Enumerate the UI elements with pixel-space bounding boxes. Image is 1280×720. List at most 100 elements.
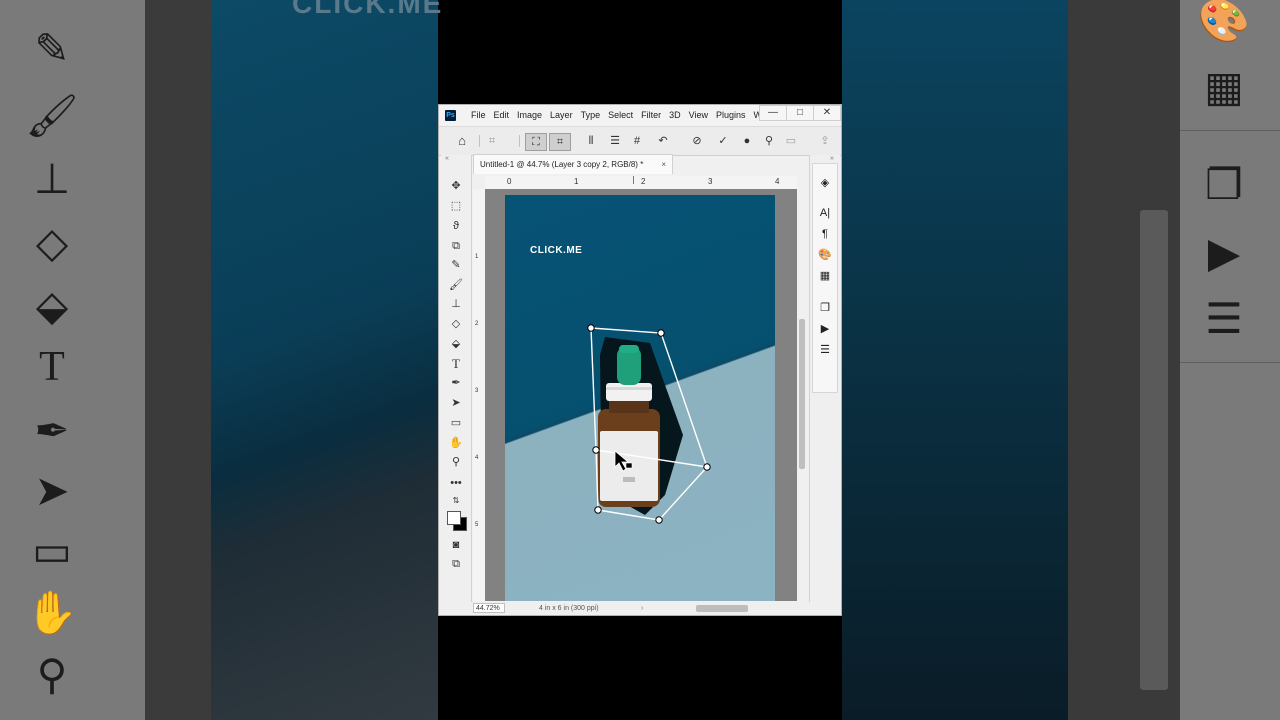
menu-plugins[interactable]: Plugins (712, 105, 750, 126)
bg-stamp-icon: ⊥ (33, 155, 71, 202)
collapse-icon[interactable]: « (445, 155, 449, 162)
ruler-tick (633, 176, 634, 184)
menu-view[interactable]: View (685, 105, 712, 126)
dropper-cap-top (619, 345, 639, 353)
canvas-artwork (587, 324, 711, 524)
menu-edit[interactable]: Edit (490, 105, 514, 126)
bg-zoom-icon: ⚲ (36, 651, 68, 698)
bg-pen-icon: ✒ (34, 407, 70, 454)
bg-play-icon: ▶ (1207, 229, 1241, 276)
document-canvas[interactable]: CLICK.ME (505, 195, 775, 601)
top-ruler: 0 1 2 3 4 (485, 176, 797, 190)
menu-select[interactable]: Select (604, 105, 637, 126)
paint-bucket-tool-icon[interactable]: ⬙ (447, 336, 465, 352)
stamp-tool-icon[interactable]: ⊥ (447, 296, 465, 312)
bottle-label-mark (623, 477, 635, 482)
puppet-warp-icon[interactable]: ⌗ (483, 133, 501, 149)
zoom-level-input[interactable]: 44.72% (473, 603, 505, 613)
actions-play-icon[interactable]: ▶ (816, 321, 834, 337)
paragraph-icon[interactable]: ¶ (816, 226, 834, 242)
swatches-grid-icon[interactable]: ▦ (816, 268, 834, 284)
ruler-label: 3 (708, 177, 713, 186)
ruler-label: 5 (475, 522, 479, 528)
ruler-label: 1 (475, 254, 479, 260)
bg-type-icon: T (39, 344, 65, 390)
hand-tool-icon[interactable]: ✋ (447, 435, 465, 451)
bg-arrow-icon: ➤ (34, 467, 70, 514)
horizontal-scroll-thumb[interactable] (696, 605, 748, 612)
cancel-icon[interactable]: ⊘ (689, 133, 705, 149)
commit-check-icon[interactable]: ✓ (715, 133, 731, 149)
reset-undo-icon[interactable]: ↶ (655, 133, 671, 149)
bg-hand-icon: ✋ (25, 589, 79, 636)
menu-type[interactable]: Type (577, 105, 605, 126)
share-icon[interactable]: ⇪ (817, 133, 833, 149)
adjustments-icon[interactable]: ☰ (816, 342, 834, 358)
warp-handle (703, 463, 711, 471)
ruler-label: 0 (507, 177, 512, 186)
pen-tool-icon[interactable]: ✒ (447, 375, 465, 391)
ruler-label: 4 (475, 455, 479, 461)
split-horizontal-icon[interactable]: ☰ (607, 133, 623, 149)
marquee-tool-icon[interactable]: ⬚ (447, 198, 465, 214)
close-tab-icon[interactable]: × (661, 155, 666, 175)
help-icon[interactable]: ● (739, 133, 755, 149)
vertical-scrollbar[interactable] (797, 189, 807, 601)
ruler-label: 1 (574, 177, 579, 186)
ruler-label: 4 (775, 177, 780, 186)
menu-filter[interactable]: Filter (637, 105, 665, 126)
rectangle-tool-icon[interactable]: ▭ (447, 415, 465, 431)
color-palette-icon[interactable]: 🎨 (816, 247, 834, 263)
menu-layer[interactable]: Layer (546, 105, 577, 126)
workspace[interactable]: CLICK.ME (485, 189, 797, 601)
more-tools-icon[interactable]: ••• (447, 475, 465, 491)
swap-colors-icon[interactable]: ⇅ (447, 493, 465, 509)
maximize-button[interactable]: □ (786, 105, 814, 121)
bg-grid-icon: ▦ (1204, 63, 1244, 110)
vertical-scroll-thumb[interactable] (799, 319, 805, 469)
options-bar: ⌂ ⌗ ⛶ ⌗ ⦀ ☰ # ↶ ⊘ ✓ ● ⚲ ▭ ⇪ (439, 126, 841, 156)
lasso-tool-icon[interactable]: ϑ (447, 218, 465, 234)
type-tool-icon[interactable]: T (447, 356, 465, 372)
crop-tool-icon[interactable]: ⧉ (447, 238, 465, 254)
expand-panels-icon[interactable]: » (830, 155, 834, 162)
warp-handle (657, 329, 665, 337)
menu-file[interactable]: File (467, 105, 490, 126)
menu-image[interactable]: Image (513, 105, 546, 126)
foreground-color-swatch-front (447, 511, 461, 525)
close-window-button[interactable]: ✕ (813, 105, 841, 121)
move-tool-icon[interactable]: ✥ (447, 178, 465, 194)
bg-scrollbar-thumb (1140, 210, 1168, 690)
bg-brush-icon: 🖌 (25, 92, 79, 139)
ruler-label: 3 (475, 388, 479, 394)
eyedropper-tool-icon[interactable]: ✎ (447, 257, 465, 273)
divider (479, 135, 480, 147)
document-info[interactable]: 4 in x 6 in (300 ppi) (539, 603, 599, 614)
screen-mode-icon[interactable]: ⧉ (447, 556, 465, 572)
search-icon[interactable]: ⚲ (761, 133, 777, 149)
layers-icon[interactable]: ◈ (816, 175, 834, 191)
transform-icon[interactable]: ⛶ (525, 133, 547, 151)
status-bar: 44.72% 4 in x 6 in (300 ppi) › (471, 602, 841, 615)
document-title: Untitled-1 @ 44.7% (Layer 3 copy 2, RGB/… (480, 160, 644, 169)
status-menu-arrow[interactable]: › (641, 602, 643, 615)
bg-ruler (145, 0, 211, 720)
quick-mask-icon[interactable]: ◙ (447, 537, 465, 553)
history-icon[interactable]: ❐ (816, 300, 834, 316)
eraser-tool-icon[interactable]: ◇ (447, 316, 465, 332)
split-cross-icon[interactable]: # (629, 133, 645, 149)
split-vertical-icon[interactable]: ⦀ (583, 133, 599, 149)
brush-tool-icon[interactable]: 🖌 (447, 277, 465, 293)
bg-divider (1180, 130, 1280, 131)
divider (519, 135, 520, 147)
warp-grid-icon[interactable]: ⌗ (549, 133, 571, 151)
minimize-button[interactable]: — (759, 105, 787, 121)
frame-icon[interactable]: ▭ (783, 133, 799, 149)
path-select-tool-icon[interactable]: ➤ (447, 395, 465, 411)
document-tab[interactable]: Untitled-1 @ 44.7% (Layer 3 copy 2, RGB/… (473, 154, 673, 174)
character-icon[interactable]: A| (816, 205, 834, 221)
menu-3d[interactable]: 3D (665, 105, 685, 126)
bg-palette-icon: 🎨 (1197, 0, 1251, 44)
home-icon[interactable]: ⌂ (453, 133, 471, 149)
zoom-tool-icon[interactable]: ⚲ (447, 454, 465, 470)
